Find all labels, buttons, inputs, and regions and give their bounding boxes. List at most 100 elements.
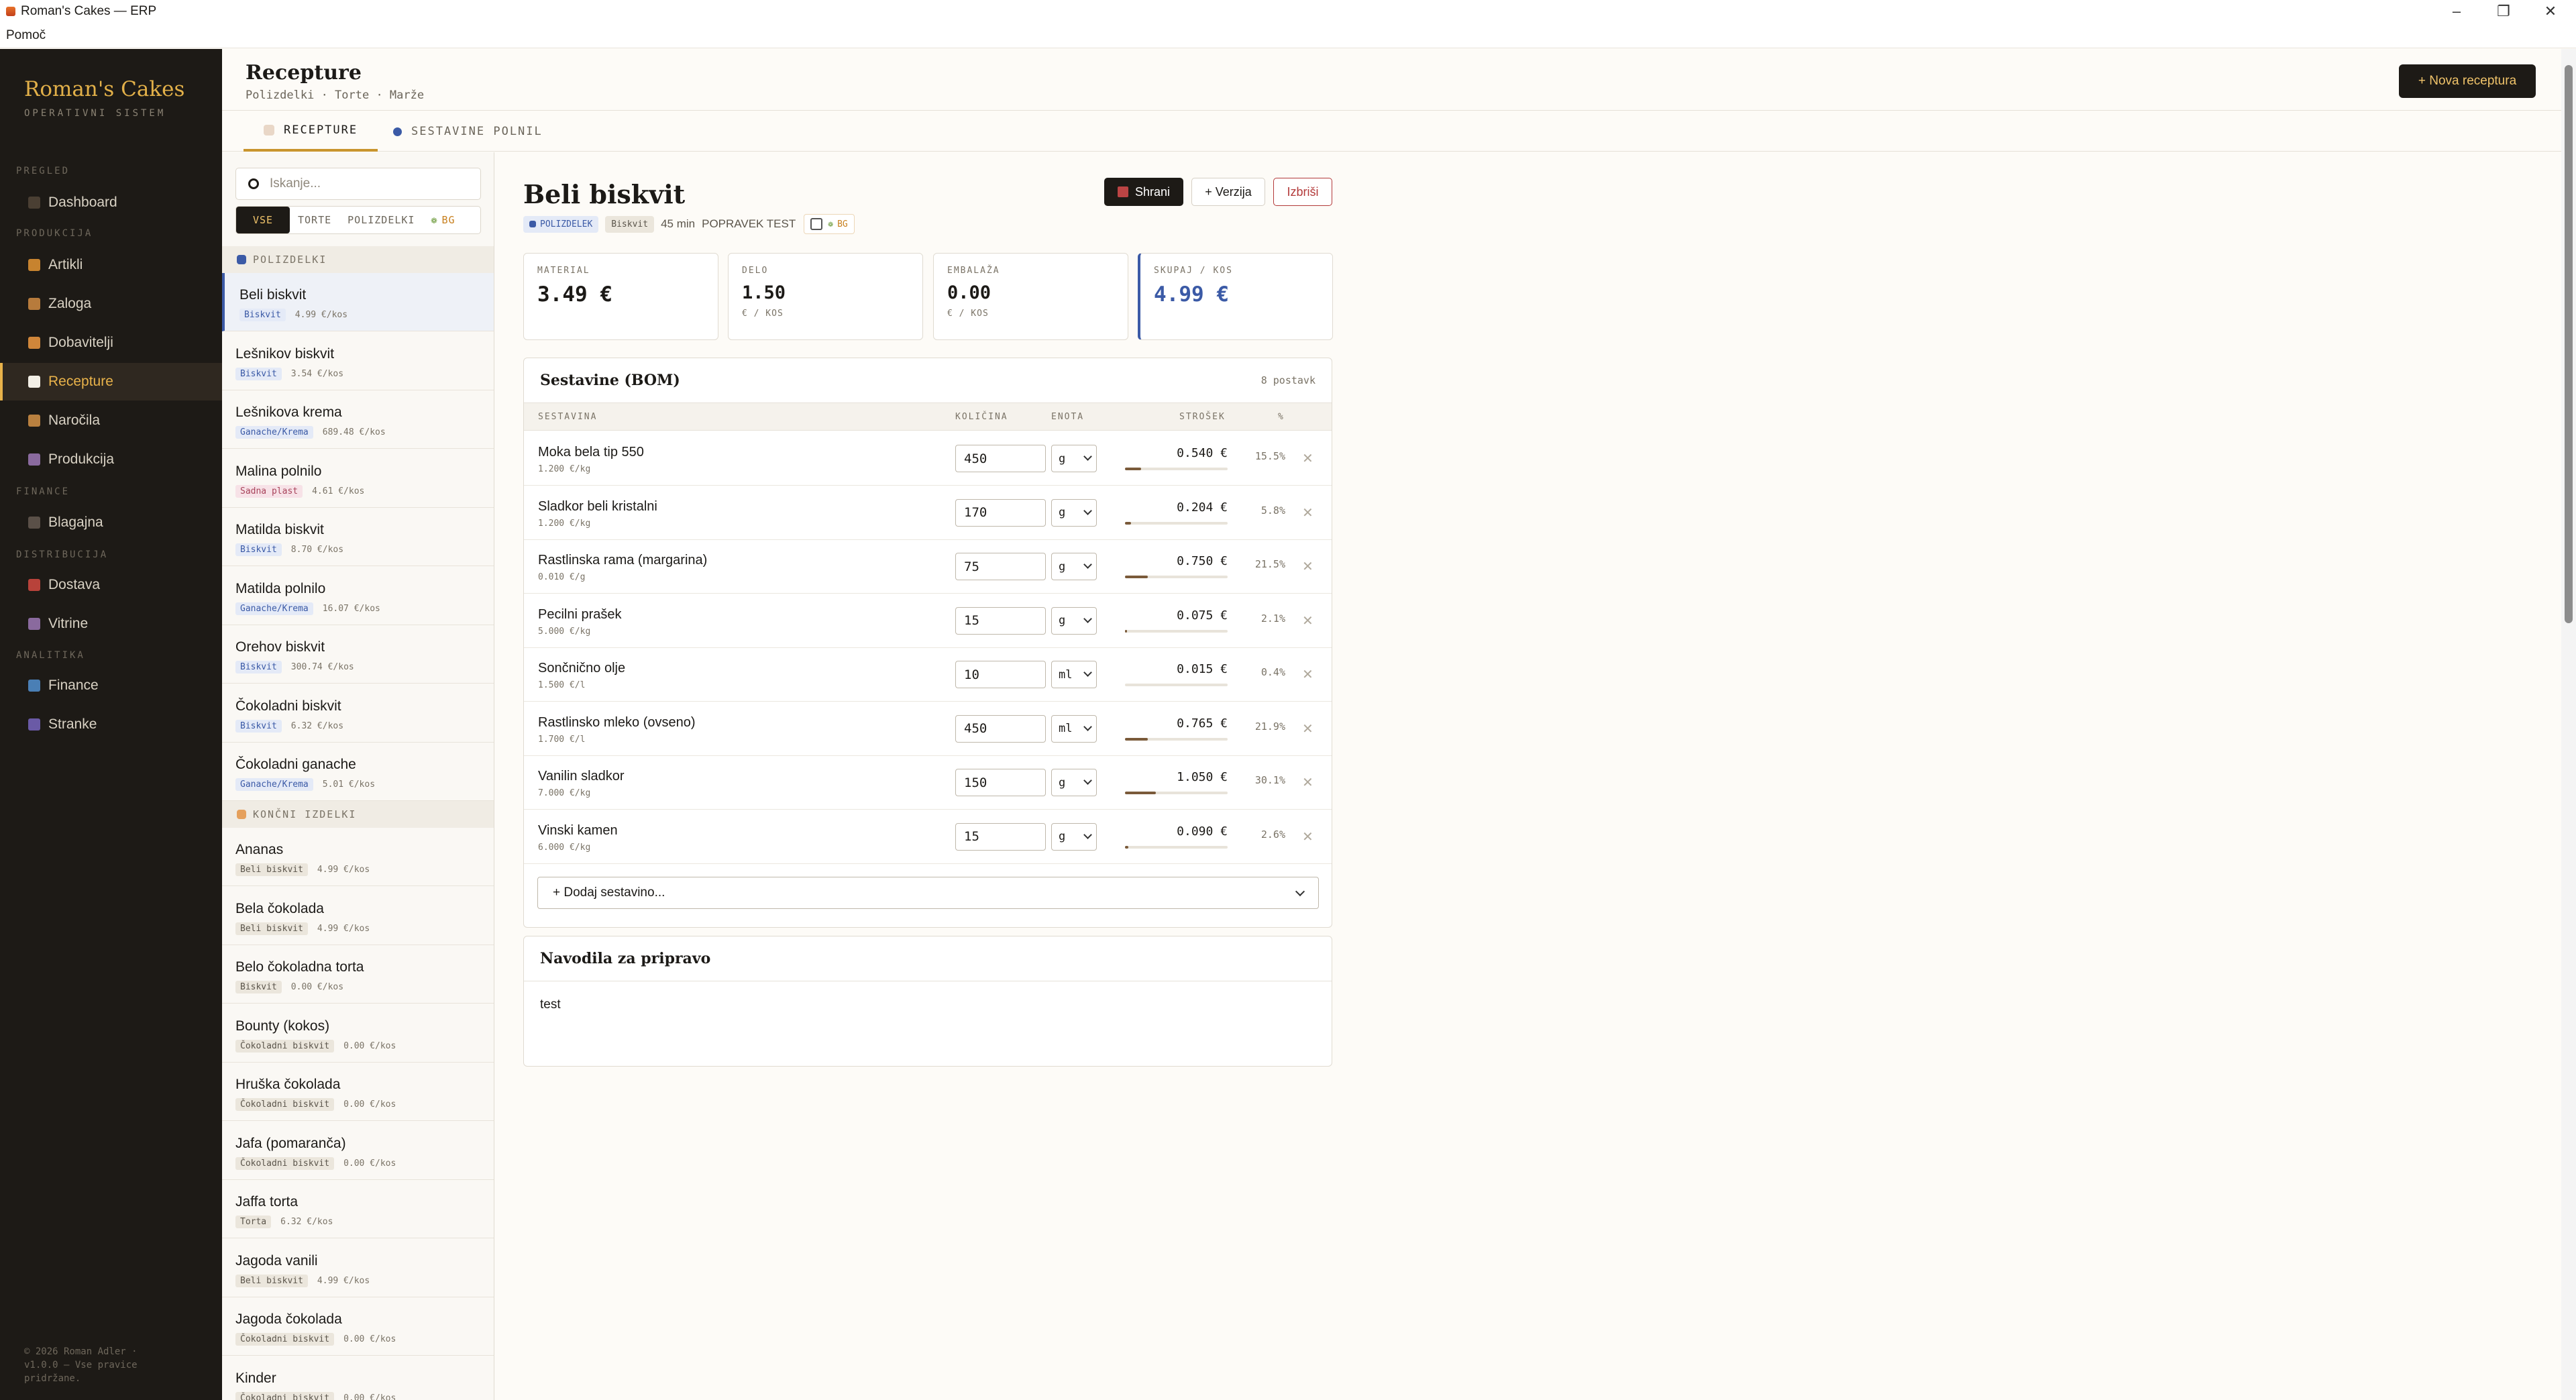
remove-ingredient-icon[interactable]: ✕ bbox=[1302, 612, 1313, 629]
list-item[interactable]: Čokoladni ganache Ganache/Krema 5.01 €/kos bbox=[222, 743, 494, 801]
filter-torte[interactable]: TORTE bbox=[290, 207, 339, 233]
list-item[interactable]: Hruška čokolada Čokoladni biskvit 0.00 €/k… bbox=[222, 1063, 494, 1121]
list-item-name: Ananas bbox=[235, 842, 284, 857]
remove-ingredient-icon[interactable]: ✕ bbox=[1302, 558, 1313, 575]
chevron-down-icon bbox=[1295, 886, 1305, 897]
kpi-value[interactable]: 0.00 bbox=[947, 282, 1114, 303]
list-item[interactable]: Jafa (pomaranča) Čokoladni biskvit 0.00 €/… bbox=[222, 1122, 494, 1180]
filter-polizdelki[interactable]: POLIZDELKI bbox=[339, 207, 423, 233]
list-item-price: 4.99 €/kos bbox=[317, 1275, 370, 1286]
bg-checkbox[interactable] bbox=[810, 218, 823, 230]
remove-ingredient-icon[interactable]: ✕ bbox=[1302, 828, 1313, 845]
unit-select[interactable]: g bbox=[1051, 498, 1097, 527]
tab-sestavine[interactable]: SESTAVINE POLNIL bbox=[373, 111, 563, 152]
quantity-input[interactable]: 150 bbox=[955, 769, 1046, 796]
remove-ingredient-icon[interactable]: ✕ bbox=[1302, 504, 1313, 521]
ingredient-unit-price: 1.700 €/l bbox=[538, 734, 586, 745]
unit-select[interactable]: g bbox=[1051, 822, 1097, 851]
list-item[interactable]: Bela čokolada Beli biskvit 4.99 €/kos bbox=[222, 887, 494, 945]
sidebar-item-produkcija[interactable]: Produkcija bbox=[0, 441, 222, 478]
sidebar-item-dostava[interactable]: Dostava bbox=[0, 566, 222, 604]
unit-select[interactable]: ml bbox=[1051, 661, 1097, 688]
quantity-input[interactable]: 450 bbox=[955, 445, 1046, 472]
quantity-input[interactable]: 75 bbox=[955, 553, 1046, 580]
bom-row: Moka bela tip 550 1.200 €/kg 450 g 0.540 € 15… bbox=[524, 431, 1332, 486]
list-item-meta: Čokoladni biskvit 0.00 €/kos bbox=[235, 1156, 494, 1170]
recipe-list-pane: Iskanje... VSE TORTE POLIZDELKI ❁ BG POLI… bbox=[222, 152, 494, 1400]
list-item[interactable]: Orehov biskvit Biskvit 300.74 €/kos bbox=[222, 625, 494, 684]
scrollbar-thumb[interactable] bbox=[2565, 65, 2573, 623]
restore-icon[interactable]: ❐ bbox=[2480, 0, 2527, 23]
sidebar-item-artikli[interactable]: Artikli bbox=[0, 246, 222, 284]
sidebar-item-zaloga[interactable]: Zaloga bbox=[0, 285, 222, 323]
list-item[interactable]: Matilda biskvit Biskvit 8.70 €/kos bbox=[222, 508, 494, 566]
add-version-button[interactable]: + Verzija bbox=[1191, 178, 1265, 206]
search-input[interactable]: Iskanje... bbox=[235, 168, 481, 200]
bg-toggle[interactable]: ❁ BG bbox=[804, 214, 855, 234]
list-item[interactable]: Čokoladni biskvit Biskvit 6.32 €/kos bbox=[222, 684, 494, 743]
list-item[interactable]: Jagoda čokolada Čokoladni biskvit 0.00 €/k… bbox=[222, 1297, 494, 1356]
list-item[interactable]: Matilda polnilo Ganache/Krema 16.07 €/kos bbox=[222, 567, 494, 625]
add-ingredient-select[interactable]: + Dodaj sestavino... bbox=[537, 877, 1319, 909]
list-item-tag: Biskvit bbox=[235, 981, 282, 993]
section-analitika: ANALITIKA bbox=[16, 650, 85, 661]
filter-bg[interactable]: ❁ BG bbox=[423, 207, 463, 233]
list-item[interactable]: Malina polnilo Sadna plast 4.61 €/kos bbox=[222, 449, 494, 508]
close-icon[interactable]: ✕ bbox=[2527, 0, 2574, 23]
list-item[interactable]: Jagoda vanili Beli biskvit 4.99 €/kos bbox=[222, 1239, 494, 1297]
remove-ingredient-icon[interactable]: ✕ bbox=[1302, 666, 1313, 683]
list-item-price: 4.99 €/kos bbox=[294, 310, 348, 320]
cost-share-fill bbox=[1125, 468, 1142, 470]
kpi-value[interactable]: 1.50 bbox=[742, 282, 909, 303]
sidebar-item-vitrine[interactable]: Vitrine bbox=[0, 605, 222, 643]
list-item[interactable]: Ananas Beli biskvit 4.99 €/kos bbox=[222, 828, 494, 886]
instructions-textarea[interactable]: test bbox=[524, 981, 1332, 1066]
sidebar-item-label: Finance bbox=[48, 678, 99, 693]
new-recipe-button[interactable]: + Nova receptura bbox=[2399, 64, 2536, 98]
list-item[interactable]: Bounty (kokos) Čokoladni biskvit 0.00 €/ko… bbox=[222, 1004, 494, 1063]
sidebar-item-dobavitelji[interactable]: Dobavitelji bbox=[0, 324, 222, 362]
list-item[interactable]: Beli biskvit Biskvit 4.99 €/kos bbox=[222, 273, 494, 331]
quantity-input[interactable]: 170 bbox=[955, 498, 1046, 527]
list-item[interactable]: Lešnikova krema Ganache/Krema 689.48 €/kos bbox=[222, 390, 494, 449]
list-item[interactable]: Kinder Čokoladni biskvit 0.00 €/kos bbox=[222, 1356, 494, 1400]
page-scrollbar[interactable] bbox=[2561, 49, 2576, 1400]
delivery-icon bbox=[28, 579, 40, 591]
sidebar-item-finance[interactable]: Finance bbox=[0, 667, 222, 704]
filter-all[interactable]: VSE bbox=[236, 207, 290, 233]
sidebar-item-blagajna[interactable]: Blagajna bbox=[0, 504, 222, 541]
delete-button[interactable]: Izbriši bbox=[1273, 178, 1332, 206]
remove-ingredient-icon[interactable]: ✕ bbox=[1302, 720, 1313, 737]
kpi-unit: € / KOS bbox=[742, 309, 784, 319]
list-item[interactable]: Lešnikov biskvit Biskvit 3.54 €/kos bbox=[222, 332, 494, 390]
quantity-input[interactable]: 10 bbox=[955, 661, 1046, 688]
unit-select[interactable]: ml bbox=[1051, 714, 1097, 743]
unit-select[interactable]: g bbox=[1051, 553, 1097, 580]
page-header: Recepture Polizdelki · Torte · Marže + N… bbox=[222, 49, 2561, 111]
remove-ingredient-icon[interactable]: ✕ bbox=[1302, 450, 1313, 467]
ingredient-pct: 5.8% bbox=[1260, 504, 1285, 517]
sidebar-item-stranke[interactable]: Stranke bbox=[0, 706, 222, 743]
list-item-tag: Čokoladni biskvit bbox=[235, 1156, 335, 1170]
ingredient-cost: 0.204 € bbox=[1177, 500, 1228, 515]
menu-help[interactable]: Pomoč bbox=[6, 28, 46, 43]
list-item[interactable]: Belo čokoladna torta Biskvit 0.00 €/kos bbox=[222, 945, 494, 1004]
minimize-icon[interactable]: – bbox=[2433, 0, 2480, 23]
sidebar-item-dashboard[interactable]: Dashboard bbox=[0, 184, 222, 221]
quantity-input[interactable]: 15 bbox=[955, 606, 1046, 635]
unit-select[interactable]: g bbox=[1051, 445, 1097, 472]
sidebar-item-recepture[interactable]: Recepture bbox=[0, 363, 222, 400]
list-item-name: Kinder bbox=[235, 1370, 276, 1386]
quantity-input[interactable]: 450 bbox=[955, 714, 1046, 743]
cost-share-fill bbox=[1125, 629, 1128, 633]
remove-ingredient-icon[interactable]: ✕ bbox=[1302, 774, 1313, 791]
tab-label: SESTAVINE POLNIL bbox=[411, 125, 543, 138]
sidebar-item-narocila[interactable]: Naročila bbox=[0, 402, 222, 439]
quantity-input[interactable]: 15 bbox=[955, 822, 1046, 851]
list-item[interactable]: Jaffa torta Torta 6.32 €/kos bbox=[222, 1180, 494, 1238]
bom-row: Pecilni prašek 5.000 €/kg 15 g 0.075 € 2.1% ✕ bbox=[524, 594, 1332, 648]
save-button[interactable]: Shrani bbox=[1104, 178, 1183, 206]
unit-select[interactable]: g bbox=[1051, 606, 1097, 635]
tab-recepture[interactable]: RECEPTURE bbox=[244, 111, 378, 152]
unit-select[interactable]: g bbox=[1051, 769, 1097, 796]
